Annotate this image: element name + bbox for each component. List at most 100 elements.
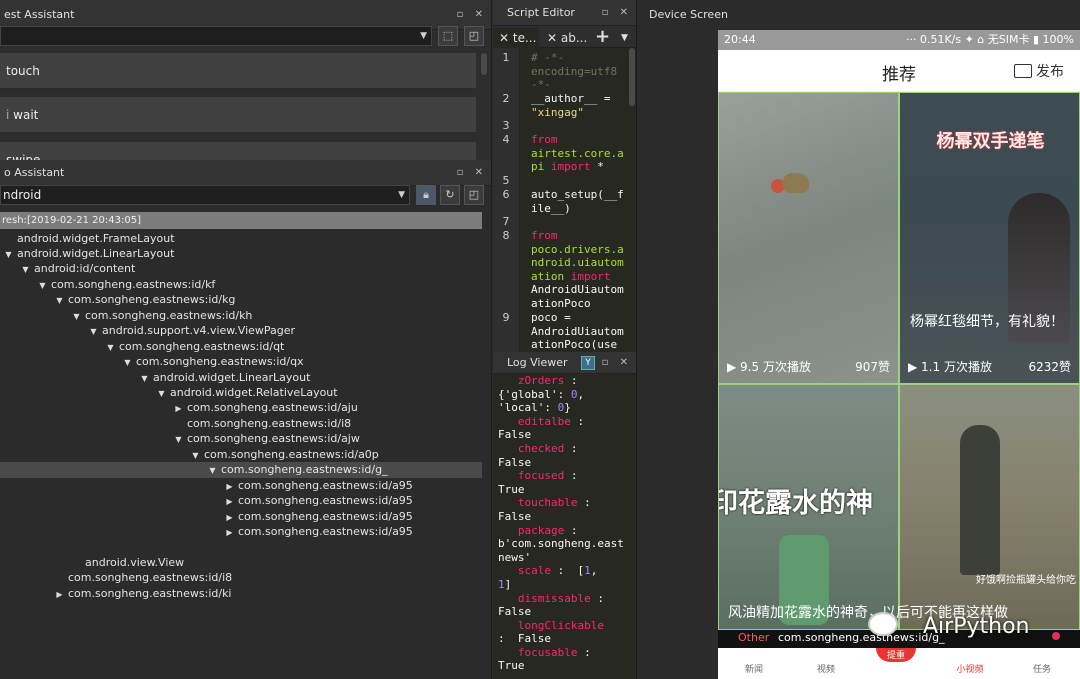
- tree-node-label: com.songheng.eastnews:id/qt: [119, 339, 285, 353]
- tree-node[interactable]: ▼ com.songheng.eastnews:id/a0p: [0, 447, 482, 462]
- tree-node[interactable]: ▼ android.widget.RelativeLayout: [0, 385, 482, 400]
- tree-node[interactable]: android.widget.FrameLayout: [0, 231, 482, 246]
- panel-window-buttons[interactable]: ▫ ✕: [602, 352, 632, 373]
- close-icon[interactable]: ✕: [499, 31, 513, 45]
- command-swipe[interactable]: swipe: [0, 142, 476, 160]
- expand-arrow-icon[interactable]: ▶: [221, 479, 238, 494]
- tree-node-label: android.view.View: [85, 555, 185, 569]
- expand-arrow-icon[interactable]: ▶: [221, 525, 238, 540]
- expand-arrow-icon[interactable]: ▶: [221, 510, 238, 525]
- tree-node[interactable]: ▼ android:id/content: [0, 261, 482, 276]
- tree-node[interactable]: ▼ android.widget.LinearLayout: [0, 246, 482, 261]
- camera-icon: ◰: [468, 29, 480, 42]
- code-line-6[interactable]: auto_setup(__f ile__): [531, 188, 627, 215]
- capture-button[interactable]: ◰: [464, 26, 484, 46]
- nav-short-video[interactable]: 小视频: [950, 662, 990, 675]
- poco-assistant-title-bar: o Assistant ▫ ✕: [0, 160, 491, 186]
- script-editor-title: Script Editor: [507, 6, 575, 19]
- record-button[interactable]: ⬚: [438, 26, 458, 46]
- tree-node-label: com.songheng.eastnews:id/a0p: [204, 447, 379, 461]
- tree-node[interactable]: ▶ com.songheng.eastnews:id/aju: [0, 400, 482, 415]
- tree-node[interactable]: ▼ com.songheng.eastnews:id/kf: [0, 277, 482, 292]
- collapse-arrow-icon[interactable]: ▼: [136, 371, 153, 386]
- panel-window-buttons[interactable]: ▫ ✕: [457, 160, 487, 185]
- nav-video[interactable]: 视频: [806, 662, 846, 675]
- code-line-1[interactable]: # -*- encoding=utf8 -*-: [531, 51, 627, 92]
- editor-scrollbar[interactable]: [629, 48, 635, 106]
- collapse-arrow-icon[interactable]: ▼: [34, 278, 51, 293]
- tree-node[interactable]: android.view.View: [0, 555, 482, 570]
- refresh-button[interactable]: ↻: [440, 185, 460, 205]
- airtest-toolbar: ▼ ⬚ ◰: [0, 26, 491, 48]
- tree-node[interactable]: ▼ com.songheng.eastnews:id/qt: [0, 339, 482, 354]
- tab-script-1[interactable]: ✕ te...: [493, 28, 539, 48]
- tree-node-label: com.songheng.eastnews:id/a95: [238, 478, 413, 492]
- panel-window-buttons[interactable]: ▫ ✕: [602, 0, 632, 25]
- tree-node-label: com.songheng.eastnews:id/kh: [85, 308, 253, 322]
- tree-node-label: com.songheng.eastnews:id/ajw: [187, 432, 360, 446]
- filter-icon[interactable]: Y: [581, 356, 595, 370]
- collapse-arrow-icon[interactable]: ▼: [102, 340, 119, 355]
- command-touch[interactable]: touch: [0, 53, 476, 89]
- tree-node[interactable]: ▼ com.songheng.eastnews:id/g_: [0, 462, 482, 478]
- tree-node[interactable]: ▼ android.support.v4.view.ViewPager: [0, 323, 482, 338]
- video-thumbnail: [960, 425, 1000, 575]
- code-line-8[interactable]: from poco.drivers.a ndroid.uiautom ation…: [531, 229, 627, 311]
- chevron-down-icon[interactable]: ▼: [621, 28, 635, 48]
- airtest-device-select[interactable]: ▼: [0, 26, 432, 46]
- collapse-arrow-icon[interactable]: ▼: [204, 463, 221, 478]
- nav-center[interactable]: 提重: [876, 648, 916, 662]
- tree-node[interactable]: ▼ com.songheng.eastnews:id/qx: [0, 354, 482, 369]
- collapse-arrow-icon[interactable]: ▼: [153, 386, 170, 401]
- video-card[interactable]: ▶ 9.5 万次播放 907赞: [718, 92, 899, 384]
- nav-news[interactable]: 新闻: [734, 662, 774, 675]
- video-card[interactable]: 杨幂双手递笔 杨幂红毯细节，有礼貌！ ▶ 1.1 万次播放 6232赞: [899, 92, 1080, 384]
- tree-node[interactable]: ▶ com.songheng.eastnews:id/a95: [0, 493, 482, 508]
- collapse-arrow-icon[interactable]: ▼: [85, 324, 102, 339]
- tree-node-label: com.songheng.eastnews:id/aju: [187, 401, 358, 415]
- expand-arrow-icon[interactable]: ▶: [221, 494, 238, 509]
- collapse-arrow-icon[interactable]: ▼: [119, 355, 136, 370]
- code-line-2[interactable]: __author__ = "xingag": [531, 92, 627, 119]
- video-card[interactable]: 好饿啊捡瓶罐头给你吃: [899, 384, 1080, 630]
- tree-node[interactable]: ▼ com.songheng.eastnews:id/kg: [0, 292, 482, 307]
- tree-node-label: com.songheng.eastnews:id/kf: [51, 277, 216, 291]
- play-count-text: 9.5 万次播放: [740, 360, 811, 374]
- tree-node[interactable]: ▶ com.songheng.eastnews:id/a95: [0, 509, 482, 524]
- airtest-scrollbar[interactable]: [481, 53, 487, 75]
- collapse-arrow-icon[interactable]: ▼: [170, 432, 187, 447]
- tab-script-2[interactable]: ✕ ab...: [543, 28, 587, 48]
- tree-node[interactable]: ▼ android.widget.LinearLayout: [0, 370, 482, 385]
- capture-button[interactable]: ◰: [464, 185, 484, 205]
- tree-node[interactable]: ▶ com.songheng.eastnews:id/a95: [0, 524, 482, 539]
- collapse-arrow-icon[interactable]: ▼: [0, 247, 17, 262]
- lock-button[interactable]: 🔒︎: [416, 185, 436, 205]
- chevron-down-icon: ▼: [398, 190, 405, 200]
- phone-screen[interactable]: 20:44 ··· 0.51K/s ✦ ⌂ 无SIM卡 ▮ 100% 推荐 发布…: [718, 30, 1080, 679]
- new-tab-button[interactable]: +: [595, 28, 615, 48]
- poco-mode-select[interactable]: ndroid ▼: [0, 185, 410, 205]
- expand-arrow-icon[interactable]: ▶: [170, 401, 187, 416]
- command-wait[interactable]: i wait: [0, 97, 476, 133]
- tree-node[interactable]: com.songheng.eastnews:id/i8: [0, 570, 482, 585]
- code-line-4[interactable]: from airtest.core.a pi import *: [531, 133, 627, 174]
- phone-status-bar: 20:44 ··· 0.51K/s ✦ ⌂ 无SIM卡 ▮ 100%: [718, 30, 1080, 50]
- tree-node-label: com.songheng.eastnews:id/a95: [238, 509, 413, 523]
- collapse-arrow-icon[interactable]: ▼: [51, 293, 68, 308]
- collapse-arrow-icon[interactable]: ▼: [187, 448, 204, 463]
- collapse-arrow-icon[interactable]: ▼: [68, 309, 85, 324]
- collapse-arrow-icon[interactable]: ▼: [17, 262, 34, 277]
- tree-node-label: android.widget.LinearLayout: [153, 370, 311, 384]
- publish-button[interactable]: 发布: [1013, 61, 1064, 81]
- tree-node[interactable]: ▼ com.songheng.eastnews:id/kh: [0, 308, 482, 323]
- tree-node[interactable]: ▼ com.songheng.eastnews:id/ajw: [0, 431, 482, 446]
- tree-node[interactable]: [0, 540, 482, 555]
- nav-tasks[interactable]: 任务: [1022, 662, 1062, 675]
- close-icon[interactable]: ✕: [547, 31, 561, 45]
- tree-node[interactable]: com.songheng.eastnews:id/i8: [0, 416, 482, 431]
- tree-node[interactable]: ▶ com.songheng.eastnews:id/a95: [0, 478, 482, 493]
- expand-arrow-icon[interactable]: ▶: [51, 587, 68, 602]
- video-card[interactable]: 印花露水的神: [718, 384, 899, 630]
- tree-node[interactable]: ▶ com.songheng.eastnews:id/ki: [0, 586, 482, 601]
- code-line-9[interactable]: poco = AndroidUiautom ationPoco(use: [531, 311, 627, 352]
